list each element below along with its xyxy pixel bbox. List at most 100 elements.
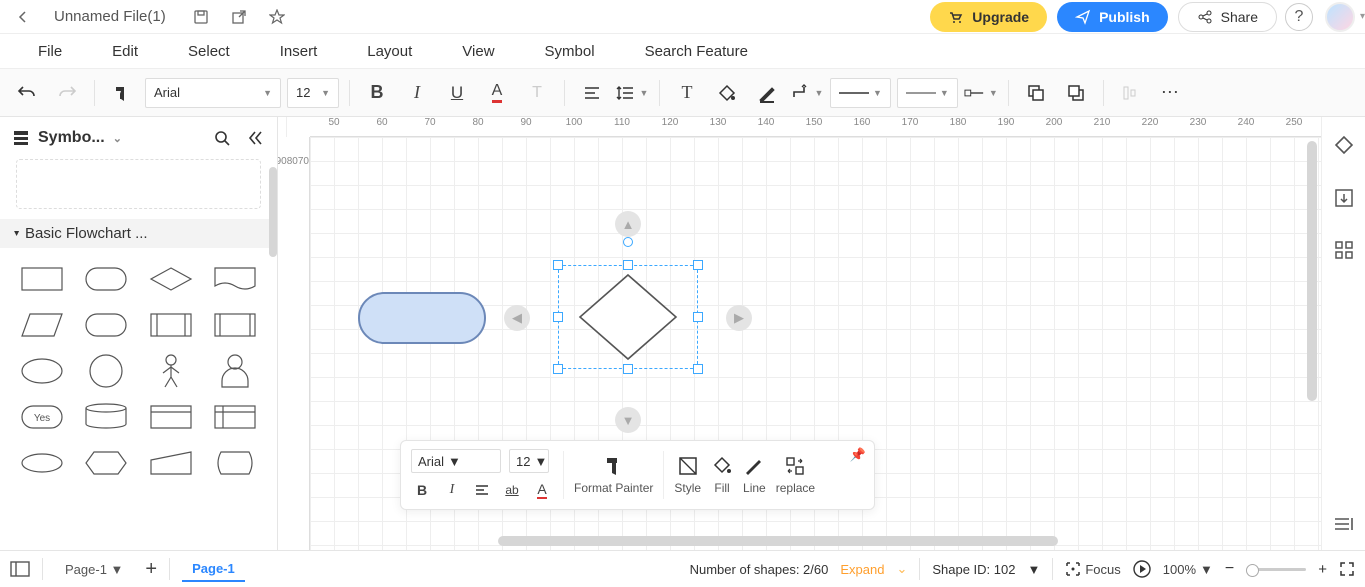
search-icon[interactable] [213, 129, 231, 147]
shape-ellipse2[interactable] [12, 442, 72, 484]
menu-layout[interactable]: Layout [367, 43, 412, 60]
font-size-select[interactable]: 12▼ [287, 78, 339, 108]
canvas-shape-terminator[interactable] [358, 292, 486, 344]
bring-front-icon[interactable] [1019, 76, 1053, 110]
shape-terminator[interactable] [76, 304, 136, 346]
ctx-replace[interactable]: replace [776, 455, 815, 495]
shape-diamond[interactable] [141, 258, 201, 300]
italic-icon[interactable]: I [400, 76, 434, 110]
ctx-font-family[interactable]: Arial▼ [411, 449, 501, 473]
shape-actor[interactable] [141, 350, 201, 392]
format-painter-icon[interactable] [105, 76, 139, 110]
menu-symbol[interactable]: Symbol [545, 43, 595, 60]
expand-chevron-icon[interactable]: ⌄ [896, 561, 907, 577]
zoom-slider[interactable] [1246, 568, 1306, 571]
save-icon[interactable] [188, 4, 214, 30]
line-color-icon[interactable] [750, 76, 784, 110]
ctx-bold-icon[interactable]: B [411, 479, 433, 501]
resize-handle-e[interactable] [693, 312, 703, 322]
shape-hexagon[interactable] [76, 442, 136, 484]
shape-database[interactable] [76, 396, 136, 438]
align-icon[interactable] [575, 76, 609, 110]
strike-icon[interactable]: T [520, 76, 554, 110]
align-objects-icon[interactable] [1114, 76, 1148, 110]
page-tab-1[interactable]: Page-1 [182, 557, 245, 582]
arrow-start-icon[interactable]: ▼ [964, 76, 998, 110]
ctx-format-painter[interactable]: Format Painter [574, 455, 653, 495]
connect-hint-down[interactable]: ▼ [615, 407, 641, 433]
menu-edit[interactable]: Edit [112, 43, 138, 60]
shape-rectangle[interactable] [12, 258, 72, 300]
pin-icon[interactable]: 📌 [850, 447, 866, 463]
present-icon[interactable] [1133, 560, 1151, 578]
shape-manual-input[interactable] [141, 442, 201, 484]
line-weight-select[interactable]: ▼ [897, 78, 958, 108]
resize-handle-ne[interactable] [693, 260, 703, 270]
menu-select[interactable]: Select [188, 43, 230, 60]
shape-ellipse[interactable] [12, 350, 72, 392]
shape-document[interactable] [205, 258, 265, 300]
menu-search-feature[interactable]: Search Feature [645, 43, 748, 60]
canvas-v-scrollbar[interactable] [1307, 141, 1317, 401]
resize-handle-sw[interactable] [553, 364, 563, 374]
underline-icon[interactable]: U [440, 76, 474, 110]
ctx-style[interactable]: Style [674, 455, 701, 495]
bold-icon[interactable]: B [360, 76, 394, 110]
export-icon[interactable] [1331, 185, 1357, 211]
collapse-icon[interactable] [247, 129, 265, 147]
zoom-in-icon[interactable]: + [1318, 561, 1327, 578]
share-button[interactable]: Share [1178, 2, 1277, 32]
font-color-icon[interactable]: A [480, 76, 514, 110]
shape-rounded-rect[interactable] [76, 258, 136, 300]
help-icon[interactable]: ? [1285, 3, 1313, 31]
upgrade-button[interactable]: Upgrade [930, 2, 1047, 32]
ctx-textcase-icon[interactable]: ab [501, 479, 523, 501]
sidebar-scrollbar[interactable] [269, 167, 277, 257]
resize-handle-nw[interactable] [553, 260, 563, 270]
shape-subprocess[interactable] [205, 304, 265, 346]
layers-icon[interactable] [1331, 510, 1357, 536]
redo-icon[interactable] [50, 76, 84, 110]
section-basic-flowchart[interactable]: Basic Flowchart ... [0, 219, 277, 248]
menu-view[interactable]: View [462, 43, 494, 60]
zoom-level[interactable]: 100% ▼ [1163, 562, 1213, 577]
add-page-icon[interactable]: + [145, 558, 157, 581]
undo-icon[interactable] [10, 76, 44, 110]
back-icon[interactable] [10, 4, 36, 30]
send-back-icon[interactable] [1059, 76, 1093, 110]
line-style-select[interactable]: ▼ [830, 78, 891, 108]
star-icon[interactable] [264, 4, 290, 30]
connect-hint-left[interactable]: ◀ [504, 305, 530, 331]
connect-hint-up[interactable]: ▲ [615, 211, 641, 237]
open-external-icon[interactable] [226, 4, 252, 30]
drop-zone[interactable] [16, 159, 261, 209]
user-avatar[interactable] [1325, 2, 1355, 32]
text-tool-icon[interactable]: T [670, 76, 704, 110]
ctx-align-icon[interactable] [471, 479, 493, 501]
shape-yes-terminator[interactable]: Yes [12, 396, 72, 438]
fill-icon[interactable] [710, 76, 744, 110]
shape-predefined[interactable] [141, 304, 201, 346]
theme-icon[interactable] [1331, 133, 1357, 159]
resize-handle-w[interactable] [553, 312, 563, 322]
menu-insert[interactable]: Insert [280, 43, 318, 60]
connector-icon[interactable]: ▼ [790, 76, 824, 110]
fullscreen-icon[interactable] [1339, 561, 1355, 577]
shape-id-chevron[interactable]: ▼ [1027, 562, 1040, 577]
line-spacing-icon[interactable]: ▼ [615, 76, 649, 110]
shape-internal-storage[interactable] [205, 396, 265, 438]
ctx-font-size[interactable]: 12▼ [509, 449, 549, 473]
resize-handle-se[interactable] [693, 364, 703, 374]
focus-button[interactable]: Focus [1065, 561, 1120, 577]
shape-user[interactable] [205, 350, 265, 392]
menu-file[interactable]: File [38, 43, 62, 60]
expand-link[interactable]: Expand [840, 562, 884, 577]
canvas-h-scrollbar[interactable] [498, 536, 1058, 546]
shape-circle[interactable] [76, 350, 136, 392]
shape-parallelogram[interactable] [12, 304, 72, 346]
outline-icon[interactable] [10, 561, 30, 577]
resize-handle-n[interactable] [623, 260, 633, 270]
publish-button[interactable]: Publish [1057, 2, 1168, 32]
ctx-line[interactable]: Line [743, 455, 766, 495]
shape-display[interactable] [205, 442, 265, 484]
